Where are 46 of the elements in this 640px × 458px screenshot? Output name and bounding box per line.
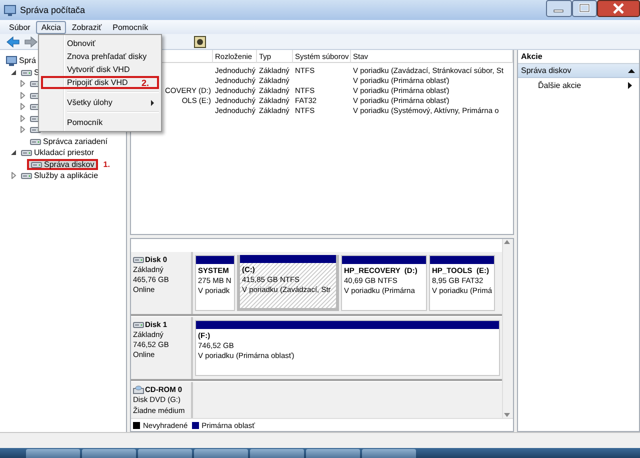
tree-item[interactable]: Ukladací priestor — [18, 147, 98, 158]
drive-icon — [31, 160, 42, 169]
computer-icon — [4, 4, 16, 16]
collapse-arrow-icon[interactable] — [628, 68, 635, 74]
tree-item[interactable]: Služby a aplikácie — [18, 170, 102, 182]
menu-bar-item[interactable]: Akcia — [36, 20, 66, 34]
tree-item[interactable]: Sprá — [3, 55, 39, 66]
expand-arrow-icon[interactable] — [10, 68, 17, 76]
actions-section-header[interactable]: Správa diskov — [518, 64, 639, 78]
scroll-up-arrow-icon[interactable] — [503, 239, 511, 245]
section-label: Správa diskov — [521, 66, 572, 75]
step-number: 1. — [103, 160, 110, 169]
action-item[interactable]: Ďalšie akcie — [518, 78, 639, 92]
tree-item[interactable]: Správca zariadení — [27, 136, 110, 147]
submenu-arrow-icon — [627, 82, 633, 88]
submenu-arrow-icon — [150, 100, 155, 106]
disk-icon[interactable] — [194, 36, 206, 48]
minimize-button[interactable] — [546, 0, 572, 17]
drive-icon — [133, 320, 144, 329]
back-arrow-icon[interactable] — [6, 36, 20, 48]
scroll-down-arrow-icon[interactable] — [503, 412, 511, 418]
menu-item[interactable]: Obnoviť — [41, 37, 159, 50]
menu-item[interactable]: Pomocník — [41, 116, 159, 129]
drive-icon — [21, 148, 32, 158]
menu-bar-item[interactable]: Zobraziť — [66, 20, 107, 34]
close-button[interactable] — [597, 0, 640, 17]
maximize-button[interactable] — [572, 0, 597, 17]
drive-icon — [30, 136, 41, 146]
menu-item[interactable]: Vytvoriť disk VHD — [41, 63, 159, 76]
optical-drive-icon — [133, 385, 144, 394]
tree-item[interactable]: Správa diskov — [27, 158, 98, 170]
menu-item[interactable]: Pripojiť disk VHD 2. — [41, 76, 159, 89]
scrollbar[interactable] — [502, 239, 513, 418]
drive-icon — [21, 171, 32, 180]
expand-arrow-icon[interactable] — [10, 149, 17, 156]
window-title: Správa počítača — [20, 5, 86, 15]
menu-item[interactable]: Znova prehľadať disky — [41, 50, 159, 63]
forward-arrow-icon[interactable] — [24, 36, 38, 48]
menu-bar-item[interactable]: Súbor — [4, 20, 36, 34]
drive-icon — [133, 255, 144, 264]
computer-icon — [6, 56, 17, 66]
drive-icon — [21, 68, 32, 77]
menu-bar-item[interactable]: Pomocník — [108, 20, 154, 34]
action-label: Ďalšie akcie — [538, 80, 582, 90]
step-number: 2. — [141, 78, 149, 88]
menu-item[interactable]: Všetky úlohy — [41, 96, 159, 109]
